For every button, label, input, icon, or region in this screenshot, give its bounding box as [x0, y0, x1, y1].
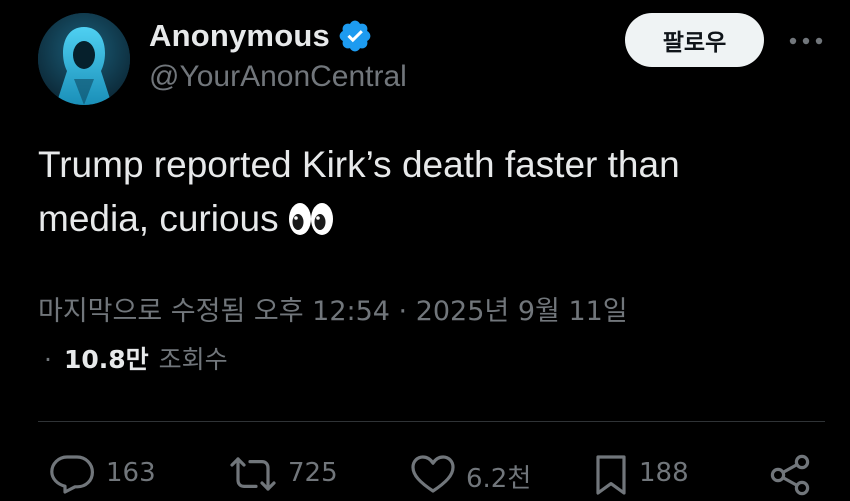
views-label: 조회수: [158, 345, 228, 374]
verified-badge-icon[interactable]: [337, 18, 373, 54]
share-icon: [770, 454, 810, 496]
tweet-text: Trump reported Kirk’s death faster than …: [38, 138, 818, 246]
views-count: 10.8만: [63, 345, 149, 374]
tweet-text-line: media, curious: [38, 192, 818, 246]
views-separator: ·: [44, 345, 52, 374]
retweet-icon: [230, 457, 276, 491]
tweet-text-fragment: media, curious: [38, 198, 279, 239]
like-count: 6.2천: [466, 464, 532, 494]
avatar[interactable]: [38, 13, 130, 105]
like-button[interactable]: 6.2천: [410, 448, 531, 501]
bookmark-count: 188: [639, 458, 689, 488]
author-handle[interactable]: @YourAnonCentral: [149, 60, 407, 94]
tweet-timestamp[interactable]: 마지막으로 수정됨 오후 12:54 · 2025년 9월 11일: [38, 289, 628, 328]
tweet-text-line: Trump reported Kirk’s death faster than: [38, 144, 680, 185]
retweet-count: 725: [288, 458, 338, 488]
retweet-button[interactable]: 725: [228, 448, 338, 501]
bookmark-icon: [596, 455, 626, 495]
more-options-button[interactable]: [786, 26, 826, 56]
share-button[interactable]: [768, 448, 812, 501]
divider: [38, 421, 825, 422]
reply-icon: [50, 455, 94, 494]
heart-icon: [411, 455, 455, 493]
action-bar: 163 725 6.2천 188: [0, 448, 850, 501]
author-display-name[interactable]: Anonymous: [149, 18, 330, 54]
eyes-emoji-icon: [287, 201, 335, 237]
reply-count: 163: [106, 458, 156, 488]
author-name-row[interactable]: Anonymous: [149, 14, 373, 58]
bookmark-button[interactable]: 188: [593, 448, 689, 501]
reply-button[interactable]: 163: [48, 448, 156, 501]
hooded-figure-icon: [38, 13, 130, 105]
more-dots-icon: [789, 37, 823, 45]
follow-button[interactable]: 팔로우: [625, 13, 764, 67]
views-row: · 10.8만 조회수: [44, 340, 228, 376]
